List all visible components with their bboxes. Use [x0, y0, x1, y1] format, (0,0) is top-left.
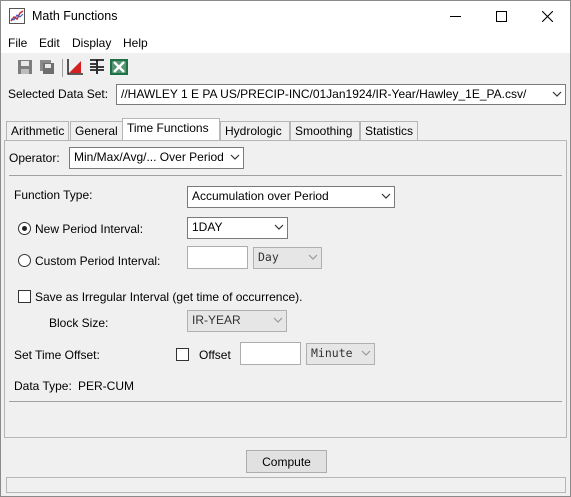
block-size-label: Block Size: [49, 316, 109, 330]
function-type-value: Accumulation over Period [192, 189, 329, 203]
operator-combo[interactable]: Min/Max/Avg/... Over Period [69, 147, 244, 169]
maximize-icon [495, 11, 507, 22]
tab-statistics[interactable]: Statistics [360, 121, 418, 140]
custom-period-unit-combo[interactable]: Day [253, 247, 322, 269]
custom-period-label: Custom Period Interval: [35, 254, 161, 268]
time-functions-panel [4, 140, 567, 438]
tab-hydrologic[interactable]: Hydrologic [220, 121, 290, 140]
chevron-down-icon [361, 350, 371, 357]
minimize-button[interactable] [432, 1, 478, 32]
minimize-icon [449, 16, 461, 17]
offset-field[interactable] [240, 342, 301, 365]
chevron-down-icon [230, 154, 240, 161]
irregular-interval-checkbox[interactable] [18, 290, 31, 303]
data-type-value: PER-CUM [78, 379, 134, 393]
selected-data-set-combo[interactable]: //HAWLEY 1 E PA US/PRECIP-INC/01Jan1924/… [116, 84, 566, 105]
tab-time-functions[interactable]: Time Functions [122, 118, 220, 140]
chevron-down-icon [273, 317, 283, 324]
maximize-button[interactable] [478, 1, 524, 32]
time-offset-label: Set Time Offset: [14, 348, 100, 362]
data-type-divider [9, 401, 562, 402]
data-type-label: Data Type: [14, 379, 72, 393]
selected-data-set-value: //HAWLEY 1 E PA US/PRECIP-INC/01Jan1924/… [121, 87, 527, 101]
save-as-button[interactable] [37, 57, 57, 77]
window-title: Math Functions [32, 9, 118, 23]
menu-display[interactable]: Display [72, 36, 111, 50]
operator-divider [9, 175, 562, 176]
tab-smoothing[interactable]: Smoothing [290, 121, 360, 140]
offset-label: Offset [199, 348, 231, 362]
function-type-label: Function Type: [14, 188, 93, 202]
menu-edit[interactable]: Edit [39, 36, 60, 50]
chevron-down-icon [274, 224, 284, 231]
custom-period-unit: Day [258, 250, 279, 264]
excel-export-button[interactable] [109, 57, 129, 77]
selected-data-set-label: Selected Data Set: [8, 87, 109, 101]
radio-selected-dot [22, 226, 27, 231]
custom-period-radio[interactable] [18, 254, 31, 267]
plot-button[interactable] [65, 57, 85, 77]
save-button[interactable] [15, 57, 35, 77]
save-as-icon [40, 60, 54, 74]
save-icon [18, 60, 32, 74]
menu-bar: File Edit Display Help [1, 32, 570, 53]
close-icon [541, 11, 553, 22]
toolbar [1, 54, 570, 80]
tabulate-button[interactable] [87, 57, 107, 77]
custom-period-field[interactable] [187, 246, 248, 269]
new-period-combo[interactable]: 1DAY [187, 217, 288, 239]
menu-help[interactable]: Help [123, 36, 148, 50]
offset-unit-combo[interactable]: Minute [306, 343, 375, 365]
block-size-combo[interactable]: IR-YEAR [187, 310, 287, 332]
toolbar-separator [62, 59, 63, 77]
function-type-combo[interactable]: Accumulation over Period [187, 186, 395, 208]
status-bar [6, 477, 566, 493]
operator-label: Operator: [9, 151, 60, 165]
plot-icon [67, 59, 83, 75]
compute-button[interactable]: Compute [246, 450, 327, 473]
tab-general[interactable]: General [70, 121, 123, 140]
operator-value: Min/Max/Avg/... Over Period [74, 150, 224, 164]
close-button[interactable] [524, 1, 570, 32]
chevron-down-icon [381, 193, 391, 200]
menu-file[interactable]: File [8, 36, 27, 50]
offset-unit: Minute [311, 346, 353, 360]
title-bar[interactable]: Math Functions [1, 1, 570, 32]
chevron-down-icon [308, 254, 318, 261]
offset-checkbox[interactable] [176, 348, 189, 361]
new-period-label: New Period Interval: [35, 222, 144, 236]
new-period-value: 1DAY [192, 220, 223, 234]
new-period-radio[interactable] [18, 222, 31, 235]
block-size-value: IR-YEAR [192, 313, 241, 327]
math-functions-app-icon [9, 8, 25, 24]
tab-arithmetic[interactable]: Arithmetic [6, 121, 69, 140]
compute-button-label: Compute [262, 454, 311, 469]
chevron-down-icon [552, 91, 562, 98]
math-functions-window: Math Functions File Edit Display Help Se… [0, 0, 571, 497]
excel-icon [110, 59, 128, 75]
tabulate-icon [90, 59, 104, 74]
irregular-interval-label: Save as Irregular Interval (get time of … [35, 290, 303, 304]
